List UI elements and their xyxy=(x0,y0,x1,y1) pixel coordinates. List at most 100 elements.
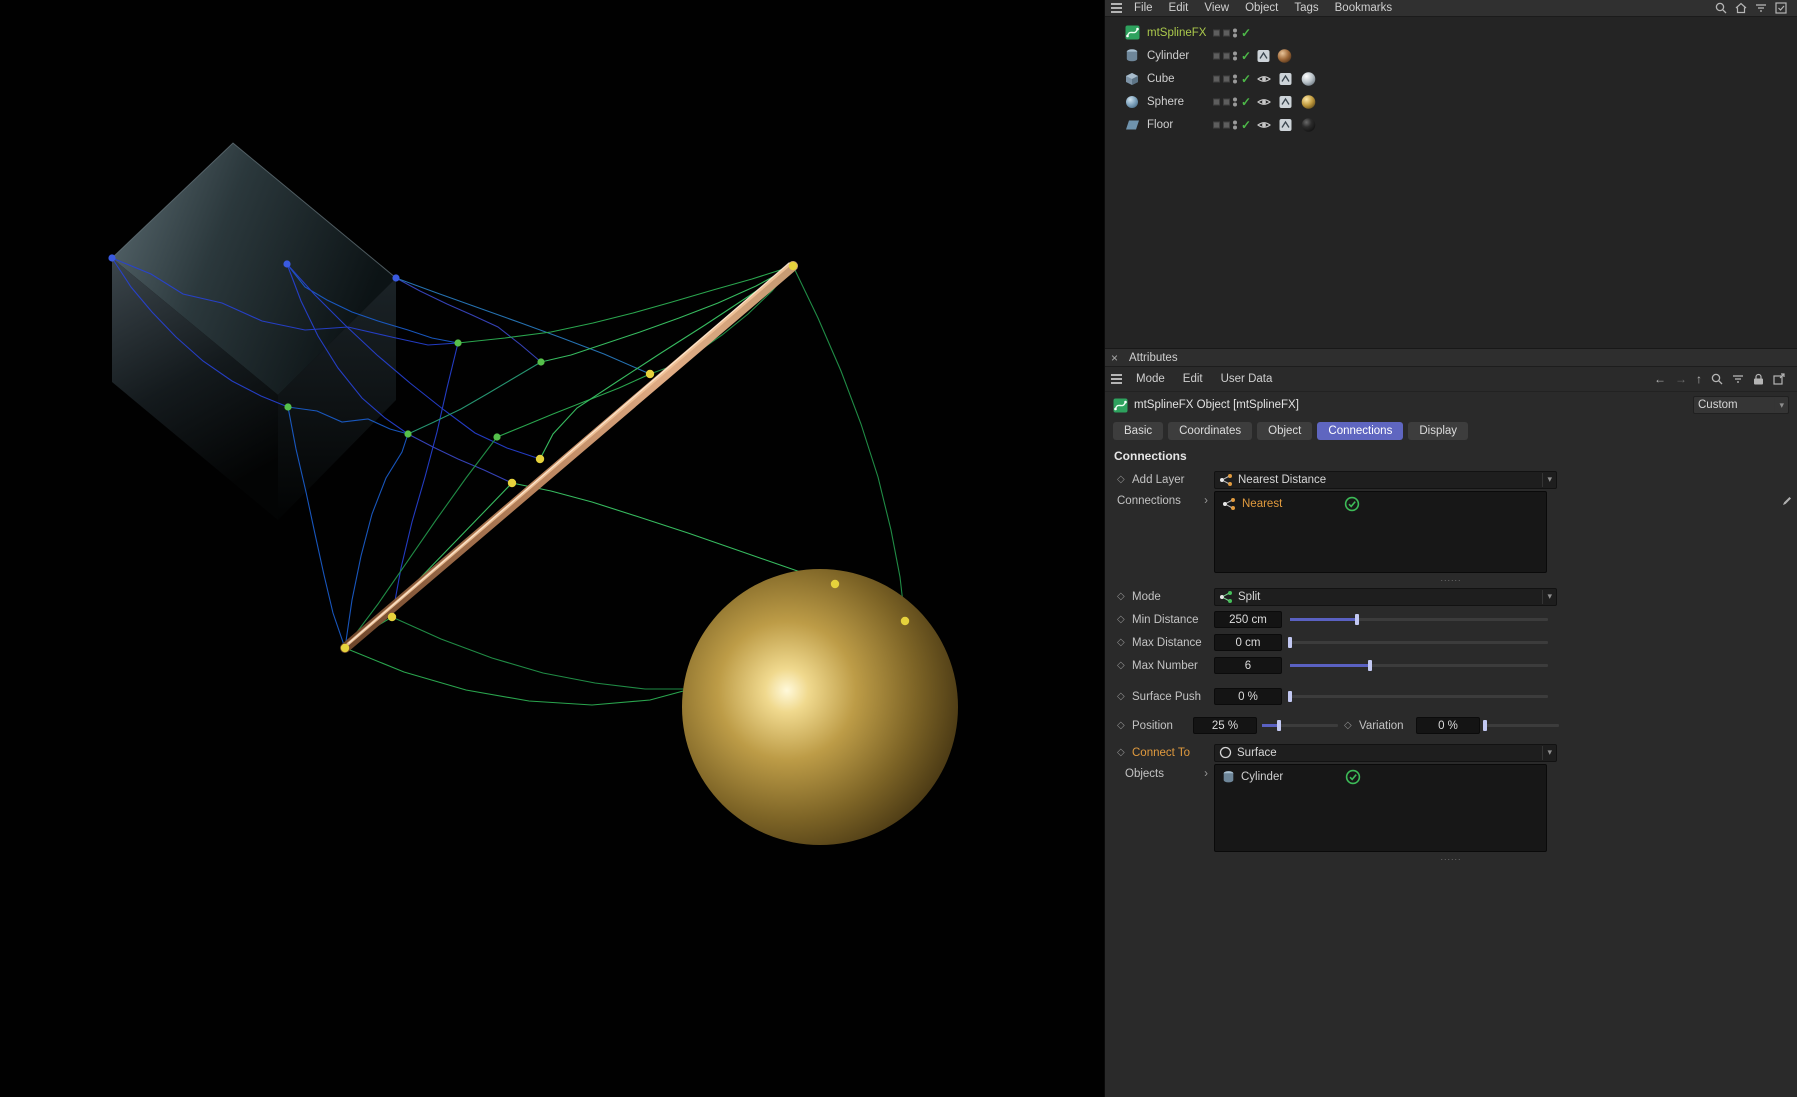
slider-handle[interactable] xyxy=(1288,637,1292,648)
object-row-cylinder[interactable]: Cylinder ✓ xyxy=(1105,44,1797,67)
group-divider[interactable]: ...... xyxy=(1105,573,1797,585)
object-item-cylinder[interactable]: Cylinder xyxy=(1215,765,1546,789)
add-layer-dropdown[interactable]: Nearest Distance ▾ xyxy=(1214,470,1557,489)
menu-user-data[interactable]: User Data xyxy=(1213,373,1281,385)
connection-item-nearest[interactable]: Nearest xyxy=(1215,492,1546,516)
visibility-dots[interactable] xyxy=(1233,27,1237,38)
viewport-canvas[interactable] xyxy=(0,0,1104,1097)
connect-to-dropdown[interactable]: Surface ▾ xyxy=(1214,743,1557,762)
surface-push-input[interactable] xyxy=(1214,688,1282,705)
slider-handle[interactable] xyxy=(1483,720,1487,731)
variation-input[interactable] xyxy=(1416,717,1480,734)
slider-handle[interactable] xyxy=(1367,660,1372,671)
max-distance-slider[interactable] xyxy=(1288,636,1548,649)
search-icon[interactable] xyxy=(1715,2,1727,14)
object-row-cube[interactable]: Cube ✓ xyxy=(1105,67,1797,90)
menu-edit-attr[interactable]: Edit xyxy=(1175,373,1211,385)
object-row-floor[interactable]: Floor ✓ xyxy=(1105,113,1797,136)
filter-icon[interactable] xyxy=(1755,3,1767,13)
slider-handle[interactable] xyxy=(1276,720,1281,731)
tab-coordinates[interactable]: Coordinates xyxy=(1168,422,1253,440)
layer-square-2[interactable] xyxy=(1223,29,1230,36)
search-icon[interactable] xyxy=(1711,373,1723,385)
layer-square-1[interactable] xyxy=(1213,121,1220,128)
enabled-check-icon[interactable] xyxy=(1345,769,1361,785)
visibility-dots[interactable] xyxy=(1233,50,1237,61)
pencil-icon[interactable] xyxy=(1781,495,1793,507)
objects-listbox[interactable]: Cylinder xyxy=(1214,764,1547,852)
mode-dropdown[interactable]: Split ▾ xyxy=(1214,587,1557,606)
material-tag-icon[interactable] xyxy=(1301,94,1316,109)
new-window-icon[interactable] xyxy=(1773,373,1785,385)
chevron-right-icon[interactable]: › xyxy=(1204,495,1208,507)
layer-square-2[interactable] xyxy=(1223,98,1230,105)
menu-tags[interactable]: Tags xyxy=(1286,2,1326,14)
layer-square-2[interactable] xyxy=(1223,75,1230,82)
layer-square-1[interactable] xyxy=(1213,75,1220,82)
hamburger-icon[interactable] xyxy=(1111,374,1122,384)
material-tag-icon[interactable] xyxy=(1301,117,1316,132)
layer-square-2[interactable] xyxy=(1223,52,1230,59)
position-input[interactable] xyxy=(1193,717,1257,734)
layer-square-1[interactable] xyxy=(1213,98,1220,105)
up-arrow-icon[interactable]: ↑ xyxy=(1696,372,1702,386)
enable-check-icon[interactable]: ✓ xyxy=(1241,96,1251,108)
hamburger-icon[interactable] xyxy=(1111,3,1122,13)
tab-basic[interactable]: Basic xyxy=(1113,422,1164,440)
max-distance-input[interactable] xyxy=(1214,634,1282,651)
viewport-3d[interactable] xyxy=(0,0,1104,1097)
enable-check-icon[interactable]: ✓ xyxy=(1241,27,1251,39)
layer-square-1[interactable] xyxy=(1213,52,1220,59)
menu-view[interactable]: View xyxy=(1196,2,1237,14)
window-check-icon[interactable] xyxy=(1775,2,1787,14)
eye-icon[interactable] xyxy=(1257,97,1271,107)
group-divider[interactable]: ...... xyxy=(1105,852,1797,864)
position-slider[interactable] xyxy=(1262,719,1338,732)
layer-square-2[interactable] xyxy=(1223,121,1230,128)
visibility-dots[interactable] xyxy=(1233,119,1237,130)
polygon-tag-icon[interactable] xyxy=(1279,95,1292,108)
menu-bookmarks[interactable]: Bookmarks xyxy=(1327,2,1401,14)
home-icon[interactable] xyxy=(1735,2,1747,14)
eye-icon[interactable] xyxy=(1257,120,1271,130)
tab-display[interactable]: Display xyxy=(1408,422,1469,440)
tab-connections[interactable]: Connections xyxy=(1317,422,1404,440)
visibility-dots[interactable] xyxy=(1233,73,1237,84)
cube-object[interactable] xyxy=(111,142,397,520)
max-number-input[interactable] xyxy=(1214,657,1282,674)
eye-icon[interactable] xyxy=(1257,74,1271,84)
connections-listbox[interactable]: Nearest xyxy=(1214,491,1547,573)
tab-object[interactable]: Object xyxy=(1257,422,1313,440)
object-row-sphere[interactable]: Sphere ✓ xyxy=(1105,90,1797,113)
max-number-slider[interactable] xyxy=(1290,659,1548,672)
preset-dropdown[interactable]: Custom ▾ xyxy=(1693,396,1789,414)
material-tag-icon[interactable] xyxy=(1277,48,1292,63)
menu-file[interactable]: File xyxy=(1126,2,1161,14)
surface-push-slider[interactable] xyxy=(1288,690,1548,703)
menu-mode[interactable]: Mode xyxy=(1128,373,1173,385)
slider-handle[interactable] xyxy=(1288,691,1292,702)
enable-check-icon[interactable]: ✓ xyxy=(1241,50,1251,62)
enable-check-icon[interactable]: ✓ xyxy=(1241,73,1251,85)
enabled-check-icon[interactable] xyxy=(1344,496,1360,512)
polygon-tag-icon[interactable] xyxy=(1279,118,1292,131)
lock-icon[interactable] xyxy=(1753,373,1764,385)
polygon-tag-icon[interactable] xyxy=(1279,72,1292,85)
layer-square-1[interactable] xyxy=(1213,29,1220,36)
sphere-object[interactable] xyxy=(682,569,958,845)
menu-edit[interactable]: Edit xyxy=(1161,2,1197,14)
enable-check-icon[interactable]: ✓ xyxy=(1241,119,1251,131)
visibility-dots[interactable] xyxy=(1233,96,1237,107)
cylinder-object[interactable] xyxy=(340,261,798,653)
material-tag-icon[interactable] xyxy=(1301,71,1316,86)
back-arrow-icon[interactable]: ← xyxy=(1654,372,1666,386)
min-distance-input[interactable] xyxy=(1214,611,1282,628)
close-icon[interactable]: × xyxy=(1111,351,1121,365)
forward-arrow-icon[interactable]: → xyxy=(1675,372,1687,386)
chevron-right-icon[interactable]: › xyxy=(1204,768,1208,780)
filter-icon[interactable] xyxy=(1732,374,1744,384)
object-row-mtsplinefx[interactable]: mtSplineFX ✓ xyxy=(1105,21,1797,44)
slider-handle[interactable] xyxy=(1355,614,1360,625)
variation-slider[interactable] xyxy=(1483,719,1559,732)
min-distance-slider[interactable] xyxy=(1290,613,1548,626)
